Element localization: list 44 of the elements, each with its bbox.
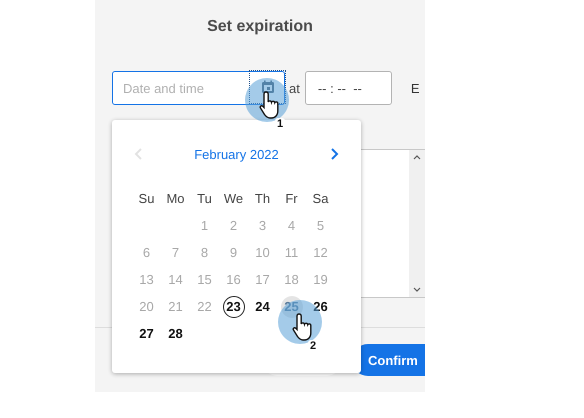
calendar-day: 10 (252, 242, 274, 264)
calendar-day: 6 (136, 242, 158, 264)
weekday-label: Fr (285, 191, 298, 206)
calendar-day: 12 (310, 242, 332, 264)
weekday-label: Mo (166, 191, 185, 206)
calendar-day: 20 (136, 296, 158, 318)
weekday-label: We (224, 191, 244, 206)
calendar-day: 16 (222, 268, 244, 290)
scrollbar[interactable] (409, 150, 425, 297)
calendar-day: 1 (194, 214, 216, 236)
weekday-label: Su (138, 191, 154, 206)
field-label: E (410, 80, 420, 96)
calendar-day: 17 (252, 268, 274, 290)
calendar-day[interactable]: 28 (164, 322, 186, 344)
calendar-day[interactable]: 24 (252, 296, 274, 318)
calendar-day: 5 (310, 214, 332, 236)
scroll-down-icon (413, 287, 421, 292)
calendar-day: 9 (222, 242, 244, 264)
dialog-title: Set expiration (207, 18, 313, 36)
date-time-field[interactable]: Date and time (112, 71, 285, 105)
calendar-day: 8 (194, 242, 216, 264)
calendar-day[interactable]: 27 (136, 322, 158, 344)
calendar-day: 2 (222, 214, 244, 236)
calendar-day[interactable]: 23 (222, 296, 244, 318)
calendar-day: 22 (194, 296, 216, 318)
weekday-label: Th (254, 191, 270, 206)
step-number: 2 (308, 340, 318, 352)
at-label: at (289, 80, 300, 96)
scroll-up-icon (413, 155, 421, 160)
calendar-day: 21 (164, 296, 186, 318)
calendar-day: 3 (252, 214, 274, 236)
calendar-day: 7 (164, 242, 186, 264)
calendar-day: 19 (310, 268, 332, 290)
time-field[interactable]: -- : -- -- (304, 71, 392, 105)
calendar-day: 11 (280, 242, 302, 264)
calendar-day: 18 (280, 268, 302, 290)
calendar-day: 13 (136, 268, 158, 290)
calendar-day: 4 (280, 214, 302, 236)
calendar-day: 14 (164, 268, 186, 290)
step-number: 1 (275, 118, 286, 130)
weekday-label: Sa (312, 191, 328, 206)
weekday-label: Tu (197, 191, 212, 206)
calendar-day: 15 (194, 268, 216, 290)
month-label: February 2022 (194, 146, 279, 162)
